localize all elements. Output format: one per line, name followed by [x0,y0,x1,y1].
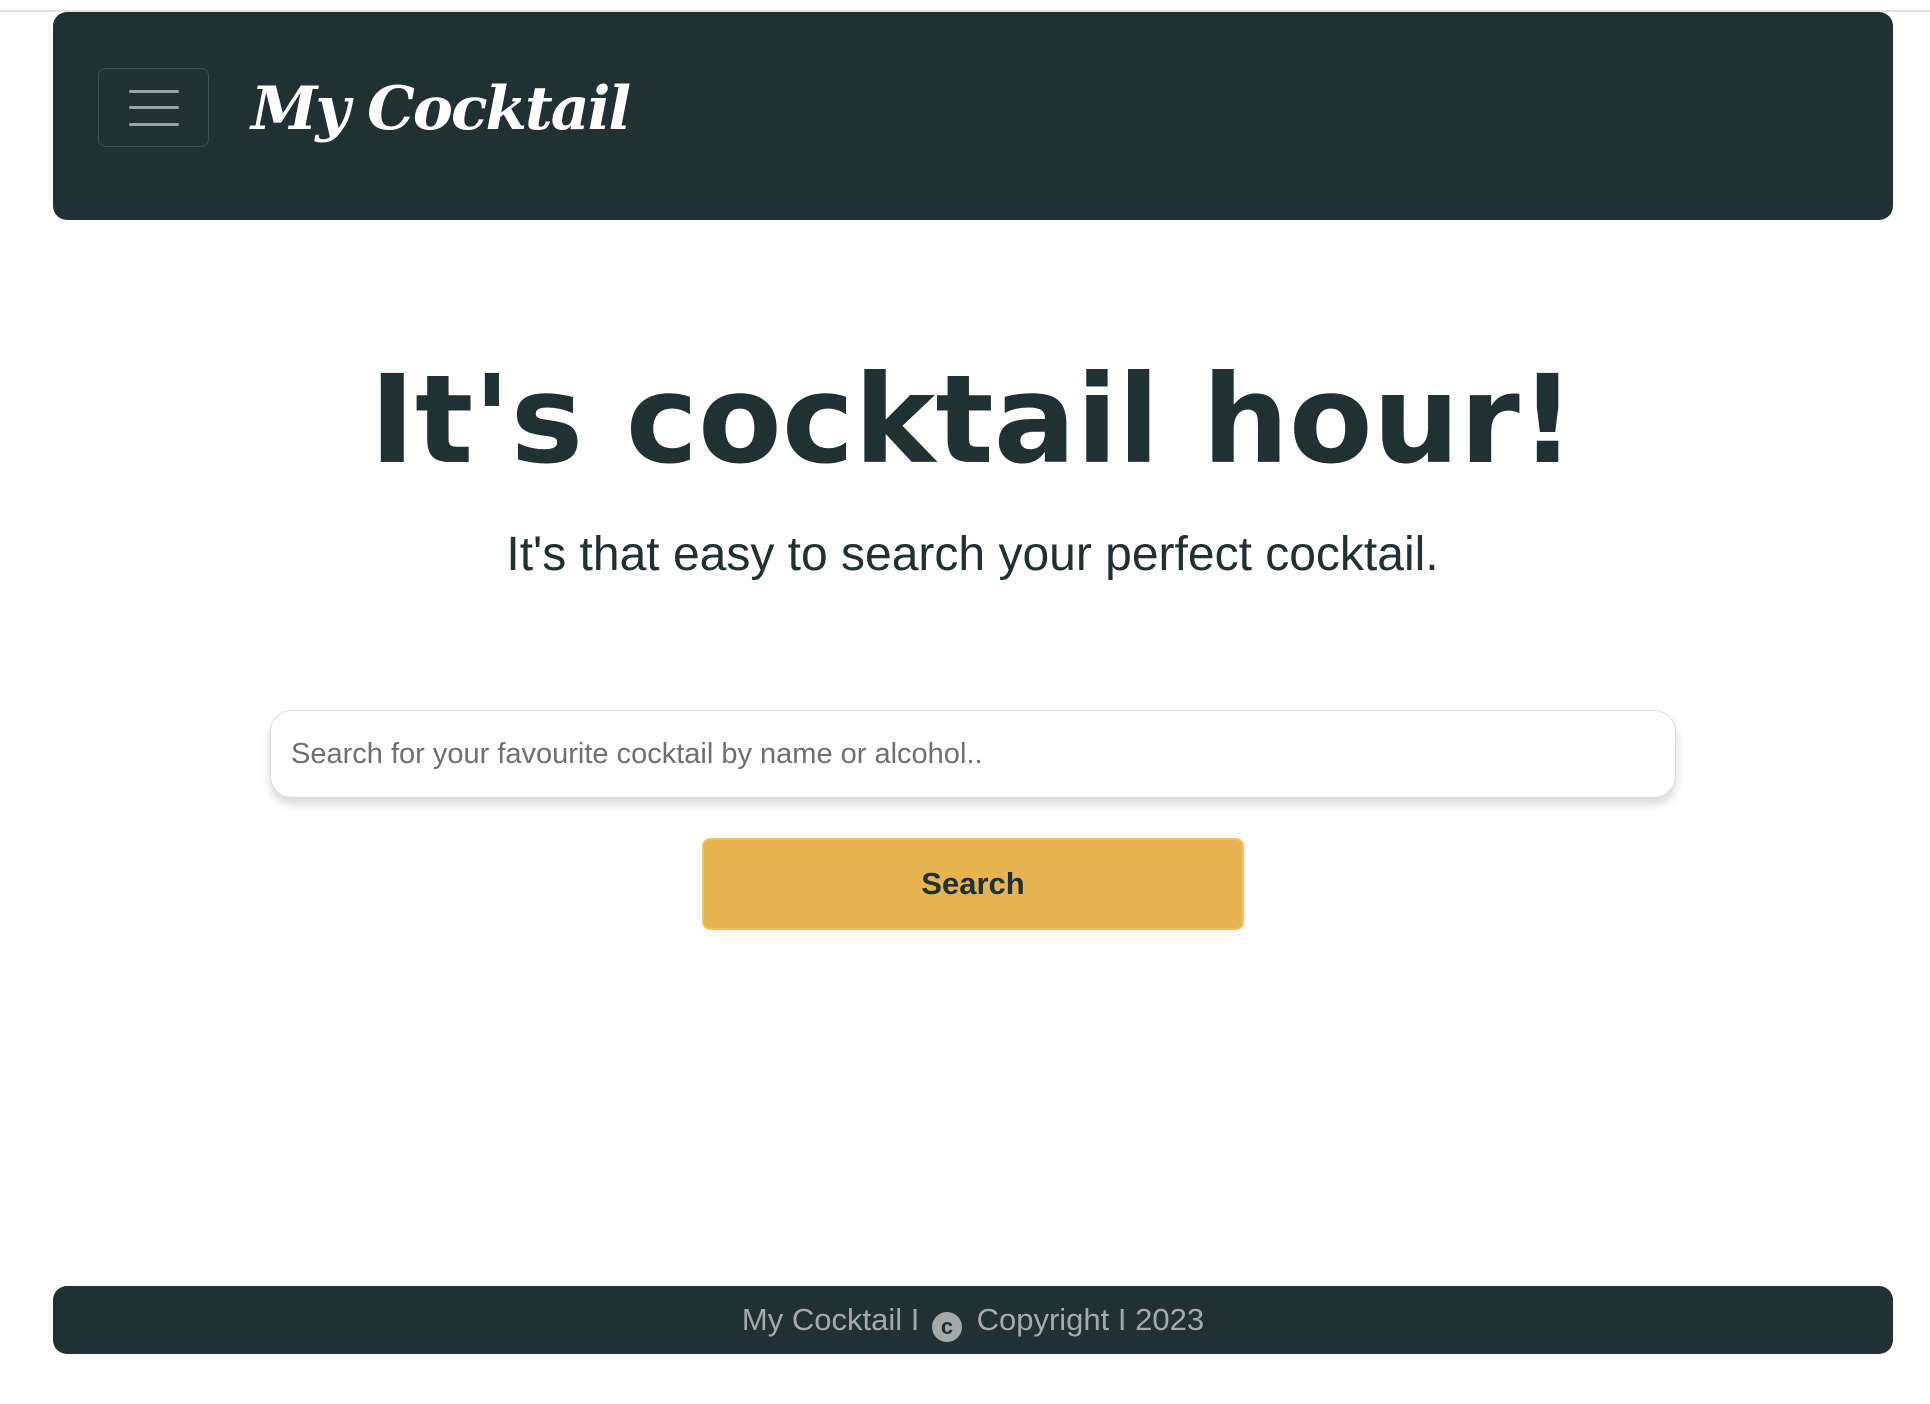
footer-brand-text: My Cocktail I [741,1302,920,1337]
page-subtitle: It's that easy to search your perfect co… [506,528,1439,581]
navbar: My Cocktail [53,12,1893,220]
hamburger-menu-icon [129,90,179,93]
footer-copyright-text: Copyright I 2023 [976,1302,1205,1337]
search-input[interactable] [270,710,1676,798]
page-title: It's cocktail hour! [369,349,1576,491]
search-button[interactable]: Search [702,838,1244,930]
footer: My Cocktail I c Copyright I 2023 [53,1286,1893,1354]
navbar-toggle-button[interactable] [98,68,209,147]
copyright-icon: c [931,1312,962,1342]
brand-logo[interactable]: My Cocktail [251,74,631,144]
